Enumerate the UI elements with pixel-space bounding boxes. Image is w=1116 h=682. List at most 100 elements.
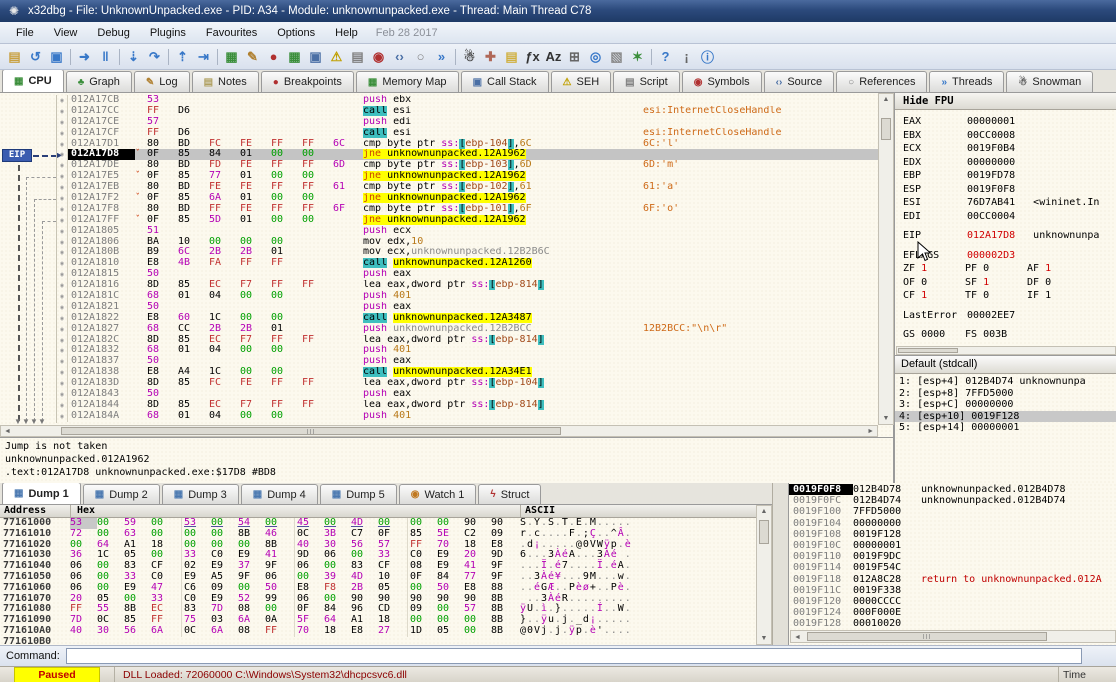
seh-window-icon[interactable]: ⚠ (326, 47, 347, 67)
call-stack-window-icon[interactable]: ▣ (305, 47, 326, 67)
argument-row[interactable]: 2: [esp+8] 7FFD5000 (895, 388, 1116, 400)
attach-icon[interactable]: ▧ (606, 47, 627, 67)
symbols-window-icon[interactable]: ◉ (368, 47, 389, 67)
register-row[interactable]: ZF 1PF 0AF 1 (903, 262, 1116, 276)
scroll-thumb[interactable]: ΙΙΙ (61, 427, 561, 435)
disasm-row[interactable]: ◉012A184350push eax (57, 389, 878, 400)
restart-icon[interactable]: ↺ (25, 47, 46, 67)
menu-item-file[interactable]: File (6, 24, 44, 42)
tab-struct[interactable]: ϟStruct (478, 484, 541, 504)
argument-row[interactable]: 5: [esp+14] 00000001 (895, 422, 1116, 434)
tab-watch-1[interactable]: ◉Watch 1 (399, 484, 477, 504)
register-row[interactable]: GS 0000FS 003B (903, 328, 1116, 342)
menu-item-view[interactable]: View (44, 24, 88, 42)
call-arguments-panel[interactable]: Default (stdcall) 1: [esp+4] 012B4D74 un… (894, 355, 1116, 483)
registers-panel[interactable]: Hide FPU EAX00000001EBX00CC0008ECX0019F0… (894, 93, 1116, 355)
tab-symbols[interactable]: ◉Symbols (682, 71, 762, 92)
hide-fpu-button[interactable]: Hide FPU (895, 93, 1116, 110)
stack-horizontal-scrollbar[interactable]: ◄ ΙΙΙ (790, 630, 1116, 643)
about-info-icon[interactable]: ⓘ (697, 47, 718, 67)
disasm-row[interactable]: ◉012A17CE57push edi (57, 117, 878, 128)
disasm-row[interactable]: ◉012A182C8D85ECF7FFFFlea eax,dword ptr s… (57, 335, 878, 346)
menu-item-help[interactable]: Help (325, 24, 368, 42)
disasm-row[interactable]: ◉012A18168D85ECF7FFFFlea eax,dword ptr s… (57, 280, 878, 291)
scroll-thumb[interactable] (898, 348, 958, 353)
scroll-up-icon[interactable]: ▲ (757, 508, 771, 515)
argument-row[interactable]: 3: [esp+C] 00000000 (895, 399, 1116, 411)
tab-graph[interactable]: ♣Graph (66, 71, 132, 92)
assemble-fx-icon[interactable]: ƒx (522, 47, 543, 67)
run-icon[interactable]: ➜ (74, 47, 95, 67)
tab-call-stack[interactable]: ▣Call Stack (461, 71, 549, 92)
disasm-row[interactable]: ◉012A17FFˇ0F855D010000jne unknownunpacke… (57, 215, 878, 226)
pause-icon[interactable]: ‖ (95, 47, 116, 67)
register-row[interactable]: ESI76D7AB41<wininet.In (903, 196, 1116, 210)
disasm-row[interactable]: ◉012A18448D85ECF7FFFFlea eax,dword ptr s… (57, 400, 878, 411)
dump-row[interactable]: 771610600600E947C6090050E8F82B050050E888… (0, 583, 756, 594)
disasm-row[interactable]: ◉012A17D8ˇ0F8584010000jne unknownunpacke… (57, 149, 878, 160)
source-window-icon[interactable]: ‹› (389, 47, 410, 67)
scroll-thumb[interactable] (881, 118, 891, 140)
register-row[interactable]: EDI00CC0004 (903, 210, 1116, 224)
disasm-row[interactable]: ◉012A17D180BDFCFEFFFF6Ccmp byte ptr ss:[… (57, 139, 878, 150)
comments-icon[interactable]: ▤ (501, 47, 522, 67)
tab-dump-5[interactable]: ▦Dump 5 (320, 484, 397, 504)
dump-view[interactable]: Address Hex ASCII 7716100053005900530054… (0, 505, 772, 645)
register-row[interactable]: CF 1TF 0IF 1 (903, 289, 1116, 303)
disassembly-horizontal-scrollbar[interactable]: ◄ ΙΙΙ ► (0, 425, 878, 437)
register-row[interactable]: LastError00002EE7 (903, 309, 1116, 323)
disasm-row[interactable]: ◉012A17CFFFD6call esiesi:InternetCloseHa… (57, 128, 878, 139)
stack-row[interactable]: 0019F1140019F54C (789, 562, 1116, 573)
disasm-row[interactable]: ◉012A17F2ˇ0F856A010000jne unknownunpacke… (57, 193, 878, 204)
disasm-row[interactable]: ◉012A18326801040000push 401 (57, 345, 878, 356)
script-window-icon[interactable]: ▤ (347, 47, 368, 67)
disasm-row[interactable]: ◉012A180551push ecx (57, 226, 878, 237)
menu-item-options[interactable]: Options (267, 24, 325, 42)
tab-snowman[interactable]: ☃Snowman (1006, 71, 1093, 92)
step-into-icon[interactable]: ⇣ (123, 47, 144, 67)
run-to-user-code-icon[interactable]: ⇥ (193, 47, 214, 67)
step-over-icon[interactable]: ↷ (144, 47, 165, 67)
stack-row[interactable]: 0019F1200000CCCC (789, 596, 1116, 607)
disasm-row[interactable]: ◉012A17F880BDFFFEFFFF6Fcmp byte ptr ss:[… (57, 204, 878, 215)
stack-row[interactable]: 0019F11C0019F338 (789, 585, 1116, 596)
calling-convention-select[interactable]: Default (stdcall) (895, 356, 1116, 374)
tab-threads[interactable]: »Threads (929, 71, 1004, 92)
calculator-icon[interactable]: ⊞ (564, 47, 585, 67)
disasm-row[interactable]: ◉012A1806BA10000000mov edx,10 (57, 237, 878, 248)
panel-splitter[interactable] (772, 483, 788, 645)
tab-breakpoints[interactable]: ●Breakpoints (261, 71, 354, 92)
tab-notes[interactable]: ▤Notes (192, 71, 259, 92)
dump-row[interactable]: 771610107200630000008B460C3BC70F855EC209… (0, 529, 756, 540)
tab-log[interactable]: ✎Log (134, 71, 190, 92)
stack-row[interactable]: 0019F0FC012B4D74unknownunpacked.012B4D74 (789, 495, 1116, 506)
stack-row[interactable]: 0019F12800010020 (789, 618, 1116, 629)
scroll-thumb[interactable] (759, 520, 769, 544)
disasm-row[interactable]: ◉012A17CB53push ebx (57, 95, 878, 106)
disassembly-vertical-scrollbar[interactable]: ▲ ▼ (878, 93, 894, 425)
disassembly-view[interactable]: ▼ ▼ ▼ ▼ EIP ► ◉012A17CB53push ebx◉012A17… (0, 93, 894, 437)
tab-references[interactable]: ○References (836, 71, 927, 92)
disasm-row[interactable]: ◉012A181C6801040000push 401 (57, 291, 878, 302)
disasm-row[interactable]: ◉012A183D8D85FCFEFFFFlea eax,dword ptr s… (57, 378, 878, 389)
disasm-row[interactable]: ◉012A17E5ˇ0F8577010000jne unknownunpacke… (57, 171, 878, 182)
disasm-row[interactable]: ◉012A1822E8601C0000call unknownunpacked.… (57, 313, 878, 324)
tab-memory-map[interactable]: ▦Memory Map (356, 71, 459, 92)
argument-row[interactable]: 1: [esp+4] 012B4D74 unknownunpa (895, 376, 1116, 388)
settings-globe-icon[interactable]: ◎ (585, 47, 606, 67)
register-row[interactable]: ESP0019F0F8 (903, 183, 1116, 197)
disasm-row[interactable]: ◉012A17CCFFD6call esiesi:InternetCloseHa… (57, 106, 878, 117)
tab-seh[interactable]: ⚠SEH (551, 71, 612, 92)
tab-dump-1[interactable]: ▦Dump 1 (2, 483, 81, 504)
step-out-icon[interactable]: ⇡ (172, 47, 193, 67)
tab-dump-3[interactable]: ▦Dump 3 (162, 484, 239, 504)
register-row[interactable]: EBX00CC0008 (903, 129, 1116, 143)
threads-window-icon[interactable]: » (431, 47, 452, 67)
menu-item-plugins[interactable]: Plugins (140, 24, 196, 42)
register-row[interactable]: ECX0019F0B4 (903, 142, 1116, 156)
scroll-thumb[interactable]: ΙΙΙ (807, 632, 1047, 641)
stack-row[interactable]: 0019F118012A8C28return to unknownunpacke… (789, 574, 1116, 585)
close-icon[interactable]: ▣ (46, 47, 67, 67)
register-row[interactable]: EBP0019FD78 (903, 169, 1116, 183)
preferences-az-icon[interactable]: Az (543, 47, 564, 67)
